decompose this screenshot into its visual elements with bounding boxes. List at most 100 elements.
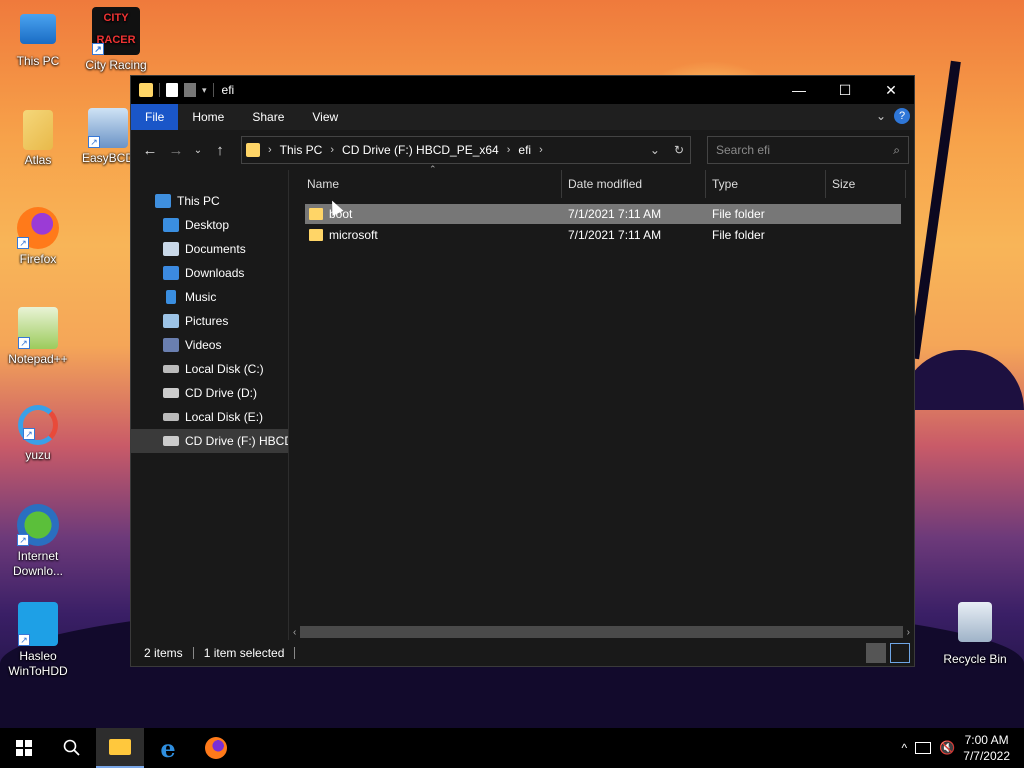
breadcrumb-efi[interactable]: efi <box>518 143 531 157</box>
help-button[interactable]: ? <box>894 108 910 124</box>
file-row[interactable]: microsoft 7/1/2021 7:11 AM File folder <box>305 225 901 245</box>
tab-file[interactable]: File <box>131 104 179 130</box>
chevron-right-icon[interactable]: › <box>507 144 511 156</box>
nav-item-music[interactable]: Music <box>131 285 288 309</box>
folder-icon <box>309 229 323 241</box>
desktop-icon-label: Internet Downlo... <box>12 549 64 578</box>
tab-home[interactable]: Home <box>178 104 238 130</box>
folder-icon <box>309 208 323 220</box>
desktop-icon-city-racing[interactable]: CITY RACER ↗ City Racing <box>78 7 154 72</box>
nav-item-desktop[interactable]: Desktop <box>131 213 288 237</box>
shortcut-arrow-icon: ↗ <box>17 237 29 249</box>
desktop-icon-yuzu[interactable]: ↗ yuzu <box>0 405 76 462</box>
close-button[interactable]: ✕ <box>868 76 914 104</box>
window-controls: — ☐ ✕ <box>776 76 914 104</box>
minimize-button[interactable]: — <box>776 76 822 104</box>
desktop-icon-this-pc[interactable]: This PC <box>0 10 76 68</box>
refresh-icon[interactable]: ↻ <box>674 143 684 157</box>
wintohdd-icon: ↗ <box>18 602 58 646</box>
expand-ribbon-icon[interactable]: ⌄ <box>876 109 886 123</box>
desktop-icon-recycle-bin[interactable]: Recycle Bin <box>937 602 1013 666</box>
firefox-icon <box>205 737 227 759</box>
tab-view[interactable]: View <box>298 104 352 130</box>
computer-icon <box>155 194 171 208</box>
drive-icon <box>163 413 179 421</box>
column-size[interactable]: Size <box>826 170 906 198</box>
new-folder-icon[interactable] <box>184 83 196 97</box>
breadcrumb-cd-drive-f[interactable]: CD Drive (F:) HBCD_PE_x64 <box>342 143 499 157</box>
recent-locations-button[interactable]: ⌄ <box>191 139 205 161</box>
divider <box>212 83 214 97</box>
cd-drive-icon <box>163 388 179 398</box>
nav-item-pictures[interactable]: Pictures <box>131 309 288 333</box>
breadcrumb-this-pc[interactable]: This PC <box>280 143 323 157</box>
nav-item-videos[interactable]: Videos <box>131 333 288 357</box>
search-button[interactable] <box>48 728 96 768</box>
details-view-icon[interactable] <box>866 643 886 663</box>
desktop-icon-atlas[interactable]: Atlas <box>0 110 76 167</box>
desktop-icon-wintohdd[interactable]: ↗ Hasleo WinToHDD <box>0 602 76 679</box>
view-buttons <box>866 643 910 663</box>
shortcut-arrow-icon: ↗ <box>92 43 104 55</box>
nav-item-label: Music <box>185 290 217 304</box>
back-button[interactable]: ← <box>139 139 161 161</box>
nav-item-label: CD Drive (F:) HBCD_ <box>185 434 288 448</box>
nav-item-local-disk-e[interactable]: Local Disk (E:) <box>131 405 288 429</box>
nav-item-documents[interactable]: Documents <box>131 237 288 261</box>
file-list: ⌃ Name Date modified Type Size boot 7/1/… <box>289 164 914 640</box>
show-hidden-icons-button[interactable]: ^ <box>901 741 907 755</box>
drive-icon <box>163 365 179 373</box>
scrollbar-thumb[interactable] <box>300 626 903 638</box>
forward-button[interactable]: → <box>165 139 187 161</box>
taskbar-file-explorer[interactable] <box>96 728 144 768</box>
nav-item-label: Local Disk (E:) <box>185 410 264 424</box>
pictures-icon <box>163 314 179 328</box>
scroll-right-icon[interactable]: › <box>907 627 914 638</box>
chevron-right-icon[interactable]: › <box>268 144 272 156</box>
taskbar-firefox[interactable] <box>192 728 240 768</box>
taskbar-internet-explorer[interactable]: e <box>144 728 192 768</box>
chevron-right-icon[interactable]: › <box>330 144 334 156</box>
divider <box>294 647 296 659</box>
scroll-left-icon[interactable]: ‹ <box>289 627 296 638</box>
nav-item-cd-drive-d[interactable]: CD Drive (D:) <box>131 381 288 405</box>
shortcut-arrow-icon: ↗ <box>18 634 30 646</box>
clock-time: 7:00 AM <box>964 733 1009 747</box>
downloads-icon <box>163 266 179 280</box>
desktop-icon-notepadpp[interactable]: ↗ Notepad++ <box>0 307 76 366</box>
search-box[interactable]: Search efi ⌕ <box>707 136 909 164</box>
clock[interactable]: 7:00 AM 7/7/2022 <box>963 732 1010 764</box>
nav-item-cd-drive-f[interactable]: CD Drive (F:) HBCD_ <box>131 429 288 453</box>
tab-share[interactable]: Share <box>238 104 298 130</box>
address-dropdown-icon[interactable]: ⌄ <box>650 143 660 157</box>
maximize-button[interactable]: ☐ <box>822 76 868 104</box>
volume-muted-icon[interactable]: 🔇 <box>939 740 955 756</box>
yuzu-icon: ↗ <box>18 405 58 445</box>
status-bar: 2 items 1 item selected <box>131 640 914 666</box>
search-input[interactable]: Search efi <box>716 143 770 157</box>
column-date-modified[interactable]: Date modified <box>562 170 706 198</box>
nav-item-label: Videos <box>185 338 222 352</box>
column-type[interactable]: Type <box>706 170 826 198</box>
network-icon[interactable] <box>915 742 932 754</box>
videos-icon <box>163 338 179 352</box>
properties-icon[interactable] <box>166 83 178 97</box>
column-name[interactable]: Name <box>301 170 562 198</box>
nav-item-this-pc[interactable]: This PC <box>131 189 288 213</box>
start-button[interactable] <box>0 728 48 768</box>
file-type: File folder <box>712 228 765 242</box>
chevron-right-icon[interactable]: › <box>539 144 543 156</box>
desktop-icon-idm[interactable]: ↗ Internet Downlo... <box>0 504 76 579</box>
nav-item-local-disk-c[interactable]: Local Disk (C:) <box>131 357 288 381</box>
large-icons-view-icon[interactable] <box>890 643 910 663</box>
computer-icon <box>20 14 56 44</box>
horizontal-scrollbar[interactable]: ‹ › <box>289 624 914 640</box>
file-row[interactable]: boot 7/1/2021 7:11 AM File folder <box>305 204 901 224</box>
address-bar[interactable]: › This PC › CD Drive (F:) HBCD_PE_x64 › … <box>241 136 691 164</box>
nav-item-label: Documents <box>185 242 246 256</box>
up-button[interactable]: ↑ <box>209 139 231 161</box>
customize-toolbar-dropdown-icon[interactable]: ▾ <box>202 85 207 96</box>
nav-item-downloads[interactable]: Downloads <box>131 261 288 285</box>
desktop-icon-firefox[interactable]: ↗ Firefox <box>0 207 76 266</box>
desktop-icon-label: Recycle Bin <box>943 652 1007 666</box>
